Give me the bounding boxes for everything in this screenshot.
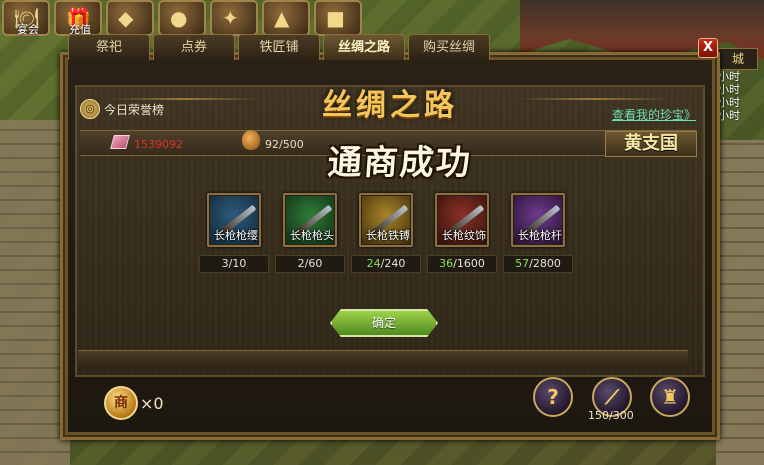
item-progress: 3/10 <box>199 255 269 273</box>
reward-item[interactable]: 长枪纹饰 36/1600 <box>427 193 497 273</box>
feature-6-icon-button[interactable]: ▲ <box>262 0 310 36</box>
item-progress: 36/1600 <box>427 255 497 273</box>
item-have-count: 24 <box>366 257 381 270</box>
item-name: 长枪枪杆 <box>518 229 562 242</box>
cargo-bag-icon <box>242 130 260 150</box>
panel-tabs: 祭祀 点券 铁匠铺 丝绸之路 购买丝绸 <box>68 34 490 60</box>
item-progress: 57/2800 <box>503 255 573 273</box>
item-name: 长枪纹饰 <box>442 229 486 242</box>
reward-item[interactable]: 长枪枪杆 57/2800 <box>503 193 573 273</box>
item-slot[interactable]: 长枪枪缨 <box>207 193 261 247</box>
item-have-count: 3 <box>221 257 229 270</box>
feature-3-icon: ◆ <box>118 6 134 30</box>
cargo-count: 92/500 <box>265 138 304 151</box>
feature-5-icon: ✦ <box>222 6 239 30</box>
item-need-count: 60 <box>308 257 323 270</box>
feature-3-icon-button[interactable]: ◆ <box>106 0 154 36</box>
honor-list-link[interactable]: 今日荣誉榜 <box>104 101 164 118</box>
item-slot[interactable]: 长枪纹饰 <box>435 193 489 247</box>
view-treasure-link[interactable]: 查看我的珍宝》 <box>612 106 696 123</box>
honor-icon[interactable]: ◎ <box>80 99 100 119</box>
item-have-count: 2 <box>297 257 305 270</box>
title-ornament-right <box>520 98 670 100</box>
item-name: 长枪枪头 <box>290 229 334 242</box>
top-icon-bar: 🍽 宴会 🎁 充值 ◆ ● ✦ ▲ ■ <box>0 0 380 38</box>
tab-1[interactable]: 祭祀 <box>68 34 150 60</box>
item-slot[interactable]: 长枪枪杆 <box>511 193 565 247</box>
trade-success-banner: 通商成功 <box>326 143 474 183</box>
side-timer: 小时 <box>718 83 740 96</box>
tab-4[interactable]: 丝绸之路 <box>323 34 405 60</box>
panel-title: 丝绸之路 <box>322 88 458 123</box>
side-timer: 小时 <box>718 109 740 122</box>
trade-token-count: ×0 <box>140 394 164 413</box>
stamina-count: 150/300 <box>588 409 634 422</box>
item-have-count: 36 <box>439 257 454 270</box>
feature-7-icon: ■ <box>326 6 345 30</box>
feature-6-icon: ▲ <box>274 6 290 30</box>
feature-4-icon: ● <box>170 6 188 30</box>
item-name: 长枪铁镈 <box>366 229 410 242</box>
banquet-icon-button[interactable]: 🍽 宴会 <box>2 0 50 36</box>
side-timer: 小时 <box>718 96 740 109</box>
feature-7-icon-button[interactable]: ■ <box>314 0 362 36</box>
city-label[interactable]: 城 <box>718 48 758 70</box>
tab-2[interactable]: 点券 <box>153 34 235 60</box>
background-city-wall-right <box>716 140 764 465</box>
trade-token-icon: 商 <box>104 386 138 420</box>
item-progress: 24/240 <box>351 255 421 273</box>
item-slot[interactable]: 长枪铁镈 <box>359 193 413 247</box>
destination-country: 黄支国 <box>605 131 697 157</box>
item-need-count: 10 <box>232 257 247 270</box>
side-timer-list: 小时 小时 小时 小时 <box>718 70 764 122</box>
caravan-button[interactable]: ♜ <box>650 377 690 417</box>
item-name: 长枪枪缨 <box>214 229 258 242</box>
tab-5[interactable]: 购买丝绸 <box>408 34 490 60</box>
help-button[interactable]: ? <box>533 377 573 417</box>
item-have-count: 57 <box>515 257 530 270</box>
feature-4-icon-button[interactable]: ● <box>158 0 206 36</box>
reward-item[interactable]: 长枪枪头 2/60 <box>275 193 345 273</box>
close-button[interactable]: X <box>698 38 718 58</box>
item-need-count: 2800 <box>532 257 561 270</box>
confirm-button[interactable]: 确定 <box>330 309 438 337</box>
item-slot[interactable]: 长枪枪头 <box>283 193 337 247</box>
banquet-label: 宴会 <box>17 23 39 36</box>
recharge-icon-button[interactable]: 🎁 充值 <box>54 0 102 36</box>
item-progress: 2/60 <box>275 255 345 273</box>
silk-count: 1539092 <box>134 138 183 151</box>
item-need-count: 1600 <box>456 257 485 270</box>
reward-item[interactable]: 长枪枪缨 3/10 <box>199 193 269 273</box>
side-timer: 小时 <box>718 70 740 83</box>
reward-item[interactable]: 长枪铁镈 24/240 <box>351 193 421 273</box>
feature-5-icon-button[interactable]: ✦ <box>210 0 258 36</box>
tab-3[interactable]: 铁匠铺 <box>238 34 320 60</box>
item-need-count: 240 <box>384 257 406 270</box>
bottom-divider <box>78 350 688 370</box>
title-ornament-left <box>110 98 260 100</box>
